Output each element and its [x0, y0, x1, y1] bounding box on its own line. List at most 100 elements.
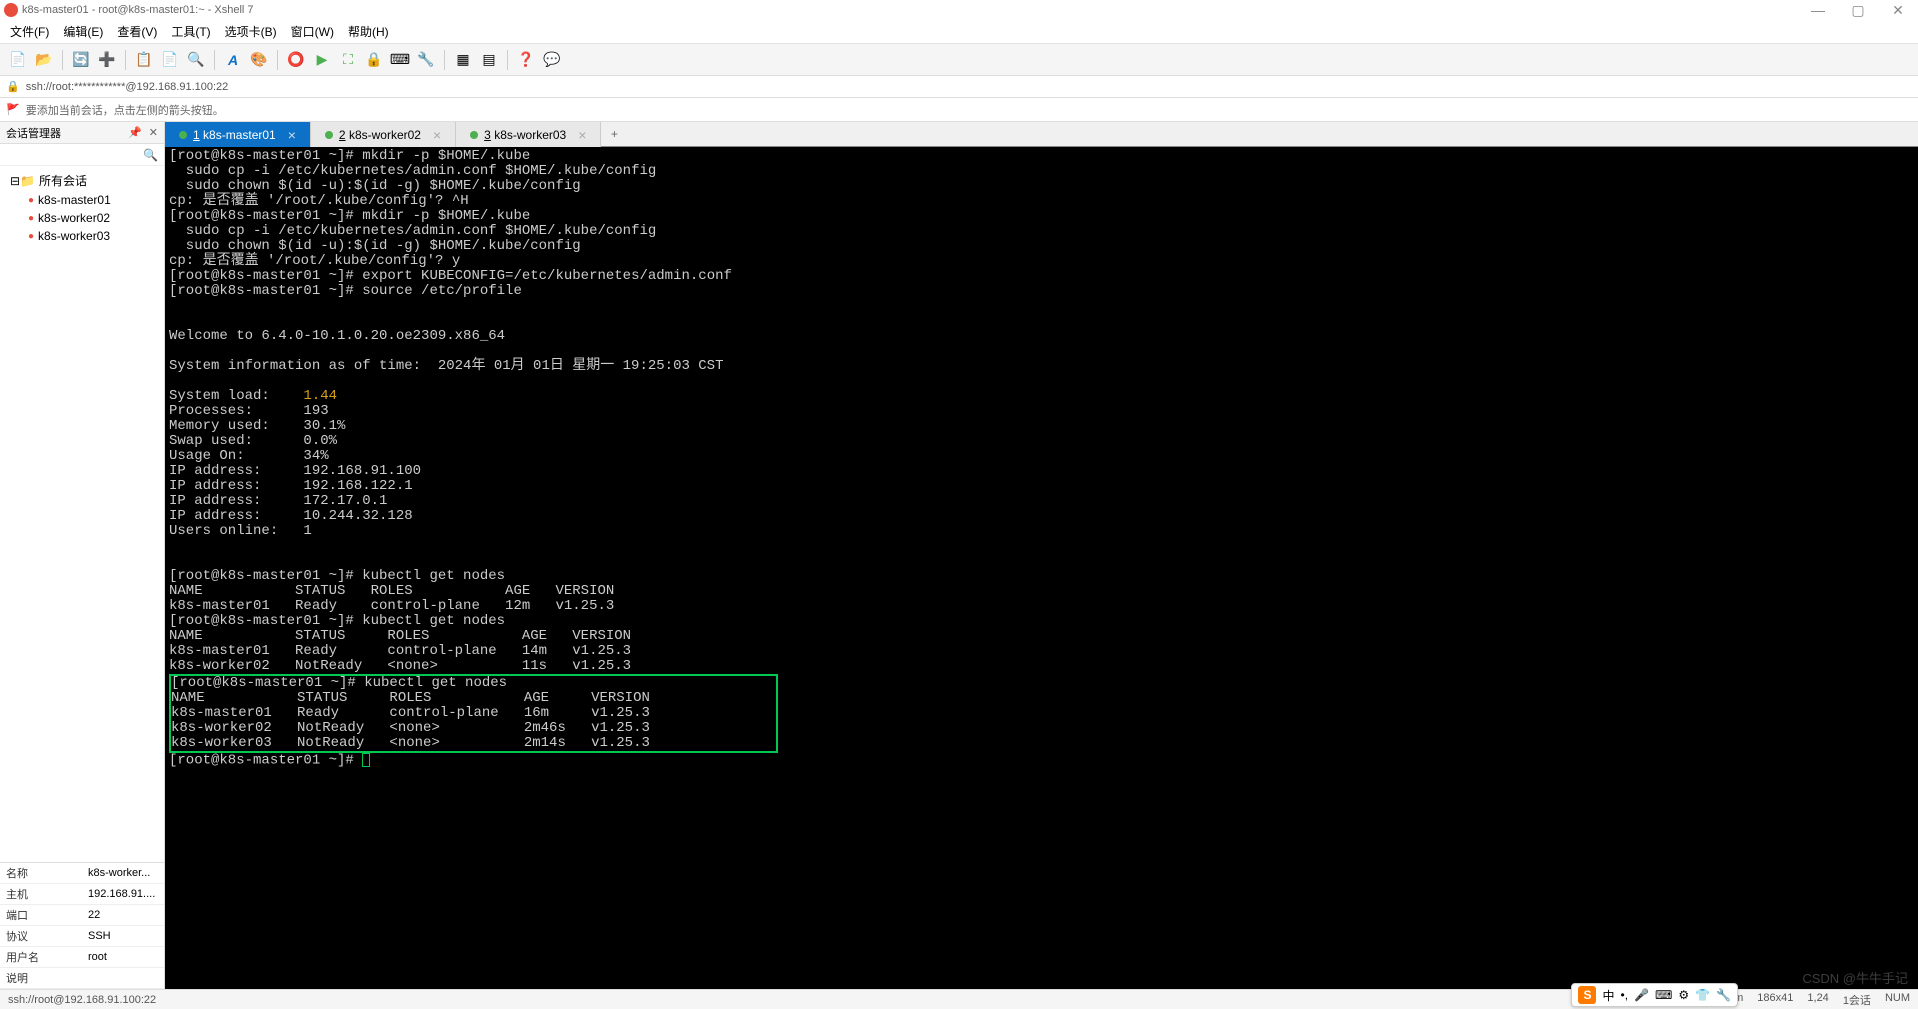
terminal-output[interactable]: [root@k8s-master01 ~]# mkdir -p $HOME/.k…: [165, 147, 1918, 989]
connect-icon[interactable]: ➕: [97, 50, 117, 70]
tab-close-icon[interactable]: ×: [433, 127, 441, 143]
separator: [214, 50, 215, 70]
search-icon: 🔍: [143, 148, 158, 162]
tree-item-master01[interactable]: ● k8s-master01: [0, 191, 164, 209]
tree-item-label: k8s-worker03: [38, 229, 110, 243]
copy-icon[interactable]: 📋: [134, 50, 154, 70]
content-area: 1 k8s-master01 × 2 k8s-worker02 × 3 k8s-…: [165, 122, 1918, 989]
tree-root-label: 所有会话: [39, 172, 87, 189]
flag-icon: 🚩: [6, 103, 20, 116]
menu-tools[interactable]: 工具(T): [171, 23, 210, 40]
session-icon: ●: [28, 231, 34, 242]
minimize-button[interactable]: —: [1798, 2, 1838, 19]
sidebar: 会话管理器 📌 ✕ 🔍 ⊟ 📁 所有会话 ● k8s-master01 ● k8…: [0, 122, 165, 989]
separator: [507, 50, 508, 70]
tree-item-worker02[interactable]: ● k8s-worker02: [0, 209, 164, 227]
title-bar: k8s-master01 - root@k8s-master01:~ - Xsh…: [0, 0, 1918, 20]
menu-window[interactable]: 窗口(W): [291, 23, 334, 40]
separator: [125, 50, 126, 70]
disconnect-icon[interactable]: ⭕: [286, 50, 306, 70]
menu-file[interactable]: 文件(F): [10, 23, 49, 40]
tab-strip: 1 k8s-master01 × 2 k8s-worker02 × 3 k8s-…: [165, 122, 1918, 147]
window-title: k8s-master01 - root@k8s-master01:~ - Xsh…: [22, 4, 254, 16]
lock-icon[interactable]: 🔒: [364, 50, 384, 70]
tab-add-button[interactable]: +: [601, 122, 627, 146]
watermark: CSDN @牛牛手记: [1802, 968, 1908, 987]
app-icon: [4, 3, 18, 17]
sidebar-title: 会话管理器: [6, 125, 61, 141]
paste-icon[interactable]: 📄: [160, 50, 180, 70]
find-icon[interactable]: 🔍: [186, 50, 206, 70]
hint-text: 要添加当前会话，点击左侧的箭头按钮。: [26, 102, 224, 118]
color-icon[interactable]: 🎨: [249, 50, 269, 70]
lock-icon: 🔒: [6, 80, 20, 93]
ime-mic-icon[interactable]: 🎤: [1634, 988, 1649, 1002]
tree-item-label: k8s-master01: [38, 193, 111, 207]
new-session-icon[interactable]: 📄: [8, 50, 28, 70]
sogou-icon: S: [1578, 986, 1596, 1004]
pin-icon[interactable]: 📌: [128, 127, 142, 139]
tab-close-icon[interactable]: ×: [578, 127, 586, 143]
separator: [444, 50, 445, 70]
menu-view[interactable]: 查看(V): [117, 23, 157, 40]
menu-bar: 文件(F) 编辑(E) 查看(V) 工具(T) 选项卡(B) 窗口(W) 帮助(…: [0, 20, 1918, 44]
address-text: ssh://root:************@192.168.91.100:2…: [26, 81, 229, 93]
prop-row: 端口22: [0, 905, 164, 926]
main-area: 会话管理器 📌 ✕ 🔍 ⊟ 📁 所有会话 ● k8s-master01 ● k8…: [0, 122, 1918, 989]
close-button[interactable]: ✕: [1878, 2, 1918, 19]
tab-worker03[interactable]: 3 k8s-worker03 ×: [456, 122, 601, 147]
separator: [277, 50, 278, 70]
tab-worker02[interactable]: 2 k8s-worker02 ×: [311, 122, 456, 147]
keyboard-icon[interactable]: ⌨: [390, 50, 410, 70]
sidebar-search[interactable]: 🔍: [0, 144, 164, 166]
tab-close-icon[interactable]: ×: [288, 127, 296, 143]
ime-skin-icon[interactable]: 👕: [1695, 988, 1710, 1002]
separator: [62, 50, 63, 70]
font-icon[interactable]: A: [223, 50, 243, 70]
prop-row: 协议SSH: [0, 926, 164, 947]
session-icon: ●: [28, 195, 34, 206]
tool-icon[interactable]: 🔧: [416, 50, 436, 70]
open-session-icon[interactable]: 📂: [34, 50, 54, 70]
layout2-icon[interactable]: ▤: [479, 50, 499, 70]
chat-icon[interactable]: 💬: [542, 50, 562, 70]
status-dot-icon: [325, 131, 333, 139]
sidebar-header: 会话管理器 📌 ✕: [0, 122, 164, 144]
ime-keyboard-icon[interactable]: ⌨: [1655, 988, 1672, 1002]
folder-icon: 📁: [20, 174, 35, 188]
fullscreen-icon[interactable]: ⛶: [338, 50, 358, 70]
session-icon: ●: [28, 213, 34, 224]
tree-item-label: k8s-worker02: [38, 211, 110, 225]
reconnect-icon[interactable]: 🔄: [71, 50, 91, 70]
menu-help[interactable]: 帮助(H): [348, 23, 389, 40]
prop-row: 名称k8s-worker...: [0, 863, 164, 884]
layout1-icon[interactable]: ▦: [453, 50, 473, 70]
address-bar[interactable]: 🔒 ssh://root:************@192.168.91.100…: [0, 76, 1918, 98]
prop-row: 主机192.168.91....: [0, 884, 164, 905]
help-icon[interactable]: ❓: [516, 50, 536, 70]
prop-row: 用户名root: [0, 947, 164, 968]
window-controls: — ▢ ✕: [1798, 2, 1918, 19]
ime-punct-icon[interactable]: •,: [1621, 988, 1629, 1002]
status-dot-icon: [470, 131, 478, 139]
start-icon[interactable]: ▶: [312, 50, 332, 70]
status-dot-icon: [179, 131, 187, 139]
maximize-button[interactable]: ▢: [1838, 2, 1878, 19]
tree-root[interactable]: ⊟ 📁 所有会话: [0, 170, 164, 191]
collapse-icon: ⊟: [10, 174, 20, 188]
hint-bar: 🚩 要添加当前会话，点击左侧的箭头按钮。: [0, 98, 1918, 122]
ime-settings-icon[interactable]: ⚙: [1678, 988, 1689, 1002]
prop-row: 说明: [0, 968, 164, 989]
ime-tool-icon[interactable]: 🔧: [1716, 988, 1731, 1002]
session-tree: ⊟ 📁 所有会话 ● k8s-master01 ● k8s-worker02 ●…: [0, 166, 164, 862]
menu-edit[interactable]: 编辑(E): [63, 23, 103, 40]
toolbar: 📄 📂 🔄 ➕ 📋 📄 🔍 A 🎨 ⭕ ▶ ⛶ 🔒 ⌨ 🔧 ▦ ▤ ❓ 💬: [0, 44, 1918, 76]
ime-toolbar[interactable]: S 中 •, 🎤 ⌨ ⚙ 👕 🔧: [1571, 983, 1738, 1007]
status-left: ssh://root@192.168.91.100:22: [8, 994, 156, 1006]
sidebar-close-icon[interactable]: ✕: [149, 127, 158, 139]
tree-item-worker03[interactable]: ● k8s-worker03: [0, 227, 164, 245]
tab-master01[interactable]: 1 k8s-master01 ×: [165, 122, 311, 147]
menu-tabs[interactable]: 选项卡(B): [225, 23, 277, 40]
session-properties: 名称k8s-worker... 主机192.168.91.... 端口22 协议…: [0, 862, 164, 989]
ime-lang[interactable]: 中: [1602, 987, 1614, 1004]
